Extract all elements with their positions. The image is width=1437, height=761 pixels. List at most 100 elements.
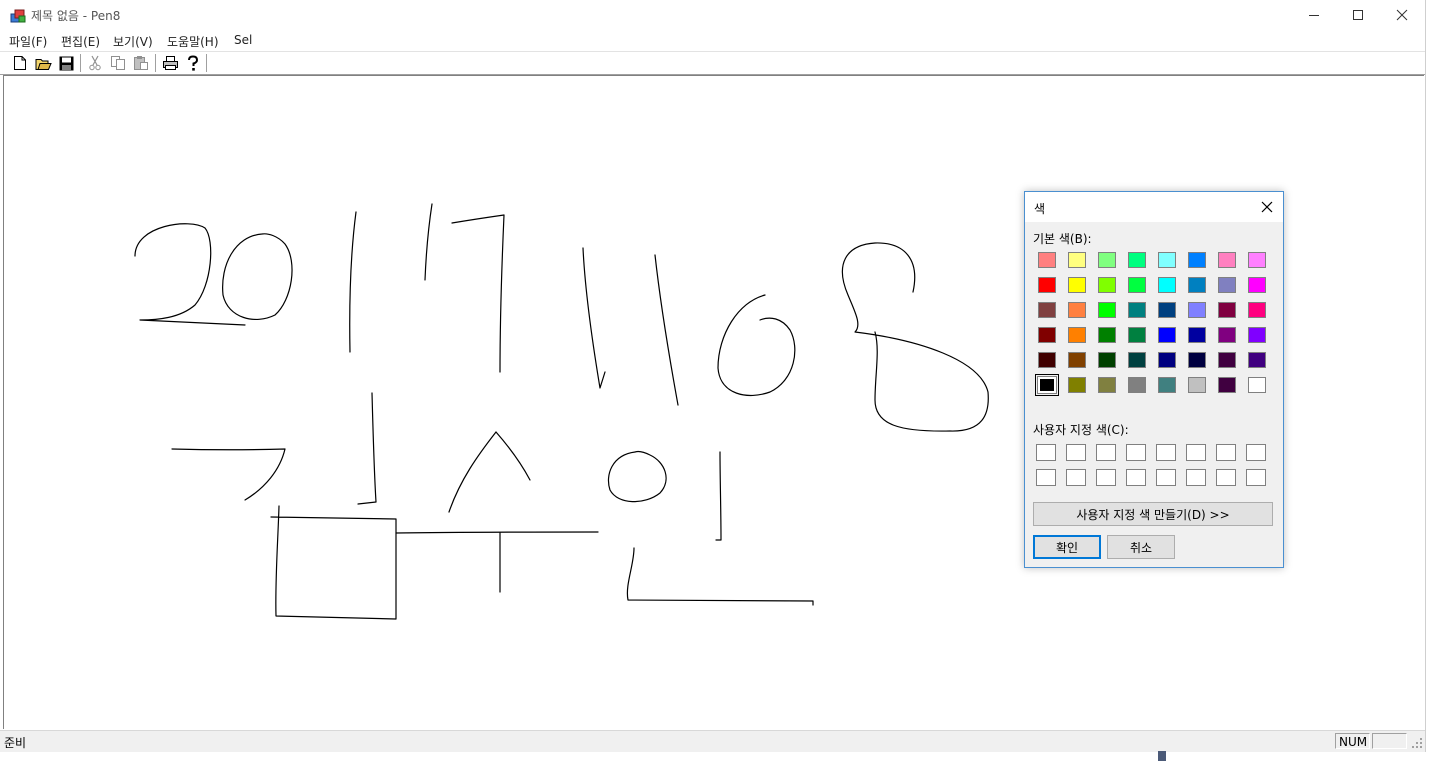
color-swatch[interactable] bbox=[1068, 352, 1086, 368]
custom-color-swatch[interactable] bbox=[1126, 469, 1146, 486]
color-swatch[interactable] bbox=[1218, 327, 1236, 343]
color-swatch[interactable] bbox=[1068, 327, 1086, 343]
custom-color-swatch[interactable] bbox=[1066, 469, 1086, 486]
custom-color-swatch[interactable] bbox=[1096, 469, 1116, 486]
open-button[interactable] bbox=[34, 54, 52, 72]
custom-color-swatch[interactable] bbox=[1126, 444, 1146, 461]
custom-color-swatch[interactable] bbox=[1216, 444, 1236, 461]
color-swatch[interactable] bbox=[1218, 277, 1236, 293]
menu-edit[interactable]: 편집(E) bbox=[61, 33, 100, 50]
close-icon bbox=[1261, 201, 1273, 213]
color-swatch[interactable] bbox=[1098, 252, 1116, 268]
color-swatch[interactable] bbox=[1188, 327, 1206, 343]
color-swatch[interactable] bbox=[1038, 327, 1056, 343]
color-swatch[interactable] bbox=[1098, 302, 1116, 318]
color-swatch[interactable] bbox=[1068, 252, 1086, 268]
custom-color-swatch[interactable] bbox=[1216, 469, 1236, 486]
paste-button[interactable] bbox=[132, 54, 150, 72]
color-swatch[interactable] bbox=[1068, 277, 1086, 293]
color-swatch[interactable] bbox=[1098, 352, 1116, 368]
color-swatch[interactable] bbox=[1218, 352, 1236, 368]
color-swatch[interactable] bbox=[1128, 327, 1146, 343]
color-swatch-selected[interactable] bbox=[1035, 374, 1059, 396]
dialog-title: 색 bbox=[1034, 202, 1046, 216]
new-document-icon bbox=[14, 56, 26, 70]
copy-button[interactable] bbox=[109, 54, 127, 72]
copy-icon bbox=[111, 56, 125, 70]
custom-color-swatch[interactable] bbox=[1186, 444, 1206, 461]
dialog-close-button[interactable] bbox=[1257, 197, 1277, 217]
color-swatch[interactable] bbox=[1158, 327, 1176, 343]
color-swatch[interactable] bbox=[1158, 252, 1176, 268]
menu-help[interactable]: 도움말(H) bbox=[167, 33, 219, 50]
minimize-icon bbox=[1309, 15, 1319, 16]
status-pane-empty bbox=[1372, 733, 1407, 749]
color-swatch[interactable] bbox=[1158, 377, 1176, 393]
custom-color-swatch[interactable] bbox=[1156, 469, 1176, 486]
new-button[interactable] bbox=[11, 54, 29, 72]
define-custom-colors-button[interactable]: 사용자 지정 색 만들기(D) >> bbox=[1033, 502, 1273, 526]
cut-button[interactable] bbox=[86, 54, 104, 72]
menu-sel[interactable]: Sel bbox=[234, 33, 252, 47]
dialog-title-bar[interactable]: 색 bbox=[1025, 192, 1283, 222]
custom-color-swatch[interactable] bbox=[1156, 444, 1176, 461]
print-button[interactable] bbox=[161, 54, 179, 72]
color-swatch[interactable] bbox=[1128, 302, 1146, 318]
color-swatch[interactable] bbox=[1038, 302, 1056, 318]
color-swatch[interactable] bbox=[1188, 302, 1206, 318]
color-swatch[interactable] bbox=[1098, 327, 1116, 343]
maximize-button[interactable] bbox=[1336, 0, 1380, 30]
color-swatch[interactable] bbox=[1248, 277, 1266, 293]
app-icon bbox=[10, 9, 26, 23]
color-swatch[interactable] bbox=[1188, 277, 1206, 293]
color-swatch[interactable] bbox=[1218, 252, 1236, 268]
custom-color-swatch[interactable] bbox=[1036, 469, 1056, 486]
custom-color-swatch[interactable] bbox=[1186, 469, 1206, 486]
custom-color-swatch[interactable] bbox=[1096, 444, 1116, 461]
color-swatch[interactable] bbox=[1248, 352, 1266, 368]
color-swatch[interactable] bbox=[1188, 377, 1206, 393]
color-swatch[interactable] bbox=[1248, 302, 1266, 318]
color-swatch[interactable] bbox=[1038, 252, 1056, 268]
color-swatch[interactable] bbox=[1188, 352, 1206, 368]
menu-bar: 파일(F) 편집(E) 보기(V) 도움말(H) Sel bbox=[0, 30, 1425, 50]
color-swatch[interactable] bbox=[1248, 252, 1266, 268]
color-swatch[interactable] bbox=[1218, 302, 1236, 318]
cut-icon bbox=[89, 55, 101, 71]
custom-color-swatch[interactable] bbox=[1246, 469, 1266, 486]
color-swatch[interactable] bbox=[1248, 327, 1266, 343]
color-swatch[interactable] bbox=[1128, 252, 1146, 268]
color-swatch[interactable] bbox=[1068, 377, 1086, 393]
toolbar-separator bbox=[80, 54, 82, 72]
cancel-button[interactable]: 취소 bbox=[1107, 535, 1175, 559]
print-icon bbox=[162, 56, 178, 70]
minimize-button[interactable] bbox=[1292, 0, 1336, 30]
color-swatch[interactable] bbox=[1158, 277, 1176, 293]
resize-grip-icon[interactable] bbox=[1411, 737, 1423, 749]
color-swatch[interactable] bbox=[1098, 377, 1116, 393]
menu-view[interactable]: 보기(V) bbox=[113, 33, 153, 50]
title-bar[interactable]: 제목 없음 - Pen8 bbox=[0, 0, 1425, 30]
color-swatch[interactable] bbox=[1158, 352, 1176, 368]
save-icon bbox=[59, 56, 73, 70]
close-icon bbox=[1396, 9, 1408, 21]
color-swatch[interactable] bbox=[1038, 352, 1056, 368]
color-swatch[interactable] bbox=[1218, 377, 1236, 393]
color-swatch[interactable] bbox=[1248, 377, 1266, 393]
color-swatch[interactable] bbox=[1098, 277, 1116, 293]
custom-color-swatch[interactable] bbox=[1246, 444, 1266, 461]
color-swatch[interactable] bbox=[1128, 352, 1146, 368]
save-button[interactable] bbox=[57, 54, 75, 72]
close-button[interactable] bbox=[1380, 0, 1424, 30]
help-button[interactable] bbox=[184, 54, 202, 72]
color-swatch[interactable] bbox=[1188, 252, 1206, 268]
color-swatch[interactable] bbox=[1068, 302, 1086, 318]
color-swatch[interactable] bbox=[1128, 377, 1146, 393]
custom-color-swatch[interactable] bbox=[1066, 444, 1086, 461]
menu-file[interactable]: 파일(F) bbox=[9, 33, 47, 50]
ok-button[interactable]: 확인 bbox=[1033, 535, 1101, 559]
custom-color-swatch[interactable] bbox=[1036, 444, 1056, 461]
color-swatch[interactable] bbox=[1038, 277, 1056, 293]
color-swatch[interactable] bbox=[1128, 277, 1146, 293]
color-swatch[interactable] bbox=[1158, 302, 1176, 318]
